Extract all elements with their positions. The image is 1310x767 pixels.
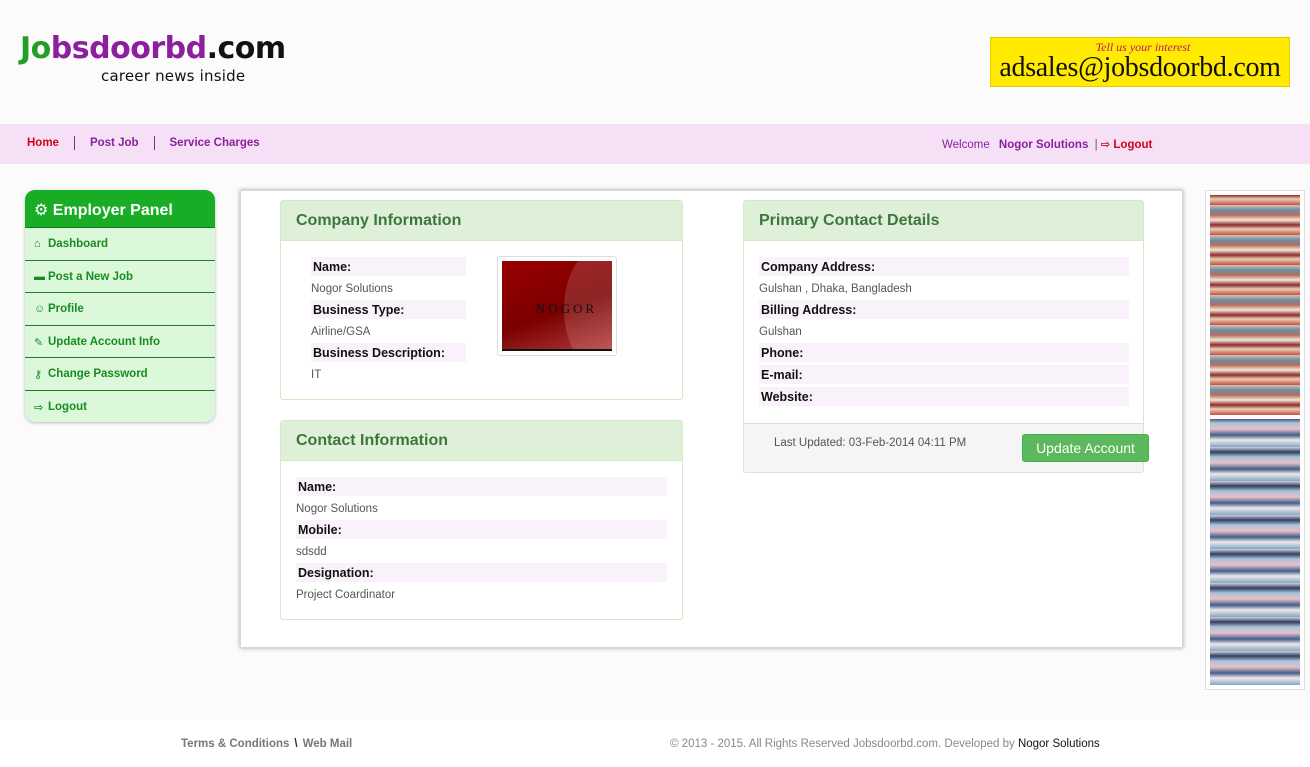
business-type-label: Business Type: xyxy=(311,300,466,319)
sign-out-icon: ⇨ xyxy=(1100,139,1111,151)
site-footer: Terms & Conditions \ Web Mail © 2013 - 201… xyxy=(0,720,1310,767)
ad-image-top xyxy=(1210,195,1300,415)
billing-address-value: Gulshan xyxy=(759,326,802,338)
sidebar-item-logout[interactable]: ⇨ Logout xyxy=(25,391,215,423)
sidebar-item-label: Logout xyxy=(48,400,87,413)
ad-banner[interactable]: Tell us your interest adsales@jobsdoorbd… xyxy=(990,37,1290,87)
company-address-value: Gulshan , Dhaka, Bangladesh xyxy=(759,283,912,295)
update-account-button[interactable]: Update Account xyxy=(1022,434,1149,462)
employer-panel-header: ⚙ Employer Panel xyxy=(25,190,215,228)
employer-panel-title: Employer Panel xyxy=(52,202,173,219)
contact-name-value: Nogor Solutions xyxy=(296,503,378,515)
main-content: Company Information Name: Nogor Solution… xyxy=(240,190,1183,648)
sidebar-item-dashboard[interactable]: ⌂ Dashboard xyxy=(25,228,215,261)
key-icon: ⚷ xyxy=(34,369,43,381)
phone-label: Phone: xyxy=(759,343,1129,362)
username-link[interactable]: Nogor Solutions xyxy=(999,139,1088,151)
user-welcome: Welcome Nogor Solutions | ⇨ Logout xyxy=(942,137,1152,151)
last-updated-text: Last Updated: 03-Feb-2014 04:11 PM xyxy=(774,437,967,449)
home-icon: ⌂ xyxy=(34,238,41,250)
contact-name-label: Name: xyxy=(296,477,667,496)
gears-icon: ⚙ xyxy=(34,202,49,219)
designation-label: Designation: xyxy=(296,563,667,582)
welcome-text: Welcome xyxy=(942,139,990,151)
contact-info-card: Contact Information Name: Nogor Solution… xyxy=(280,420,683,620)
sidebar-item-label: Profile xyxy=(48,303,84,315)
sidebar-item-update-account[interactable]: ✎ Update Account Info xyxy=(25,326,215,358)
sidebar-item-label: Post a New Job xyxy=(48,270,133,283)
employer-panel: ⚙ Employer Panel ⌂ Dashboard ▬ Post a New … xyxy=(25,190,215,422)
update-bar: Last Updated: 03-Feb-2014 04:11 PM Updat… xyxy=(744,423,1149,472)
webmail-link[interactable]: Web Mail xyxy=(303,738,353,750)
website-label: Website: xyxy=(759,387,1129,406)
sidebar-item-post-job[interactable]: ▬ Post a New Job xyxy=(25,261,215,293)
smile-icon: ☺ xyxy=(34,303,46,315)
developer-link[interactable]: Nogor Solutions xyxy=(1018,738,1100,750)
business-description-value: IT xyxy=(311,369,322,381)
logo-wordmark: Jobsdoorbd.com xyxy=(20,31,286,66)
company-info-card: Company Information Name: Nogor Solution… xyxy=(280,200,683,400)
designation-value: Project Coardinator xyxy=(296,589,396,601)
company-logo-text: NOGOR xyxy=(536,301,598,316)
site-logo[interactable]: Jobsdoorbd.com career news inside xyxy=(20,30,330,90)
copyright-text: © 2013 - 2015. All Rights Reserved Jobsd… xyxy=(670,738,1015,750)
contact-info-title: Contact Information xyxy=(281,421,682,461)
logo-tagline: career news inside xyxy=(101,67,246,85)
nav-separator: | xyxy=(1094,139,1098,151)
footer-links: Terms & Conditions \ Web Mail xyxy=(181,738,352,750)
sidebar-item-label: Dashboard xyxy=(48,238,109,250)
sign-out-icon: ⇨ xyxy=(34,401,44,414)
mobile-label: Mobile: xyxy=(296,520,667,539)
business-type-value: Airline/GSA xyxy=(311,326,371,338)
sidebar-item-label: Update Account Info xyxy=(48,335,161,348)
site-header: Jobsdoorbd.com career news inside Tell u… xyxy=(0,0,1310,124)
company-logo: NOGOR xyxy=(497,256,617,356)
company-logo-image: NOGOR xyxy=(502,261,612,351)
primary-contact-title: Primary Contact Details xyxy=(744,201,1143,241)
business-description-label: Business Description: xyxy=(311,343,466,362)
primary-contact-card: Primary Contact Details Company Address:… xyxy=(743,200,1149,473)
sidebar-item-profile[interactable]: ☺ Profile xyxy=(25,293,215,326)
edit-icon: ✎ xyxy=(34,336,44,349)
sidebar-item-change-password[interactable]: ⚷ Change Password xyxy=(25,358,215,391)
logout-label: Logout xyxy=(1113,139,1153,151)
ad-email: adsales@jobsdoorbd.com xyxy=(999,52,1281,83)
briefcase-icon: ▬ xyxy=(34,270,45,283)
logout-link[interactable]: ⇨ Logout xyxy=(1101,139,1153,151)
sidebar-item-label: Change Password xyxy=(48,368,148,380)
side-advertisement[interactable] xyxy=(1205,190,1305,690)
nav-service-charges-link[interactable]: Service Charges xyxy=(153,136,275,150)
billing-address-label: Billing Address: xyxy=(759,300,1129,319)
company-name-value: Nogor Solutions xyxy=(311,283,393,295)
nav-links: Home Post Job Service Charges xyxy=(27,136,275,150)
mobile-value: sdsdd xyxy=(296,546,327,558)
company-name-label: Name: xyxy=(311,257,466,276)
nav-post-job-link[interactable]: Post Job xyxy=(73,136,154,150)
email-label: E-mail: xyxy=(759,365,1129,384)
ad-image-bottom xyxy=(1210,419,1300,685)
company-address-label: Company Address: xyxy=(759,257,1129,276)
main-navbar: Home Post Job Service Charges Welcome No… xyxy=(0,124,1310,164)
nav-home-link[interactable]: Home xyxy=(27,136,74,150)
copyright: © 2013 - 2015. All Rights Reserved Jobsd… xyxy=(670,738,1100,750)
company-info-title: Company Information xyxy=(281,201,682,241)
footer-separator: \ xyxy=(294,738,298,750)
terms-link[interactable]: Terms & Conditions xyxy=(181,738,289,750)
